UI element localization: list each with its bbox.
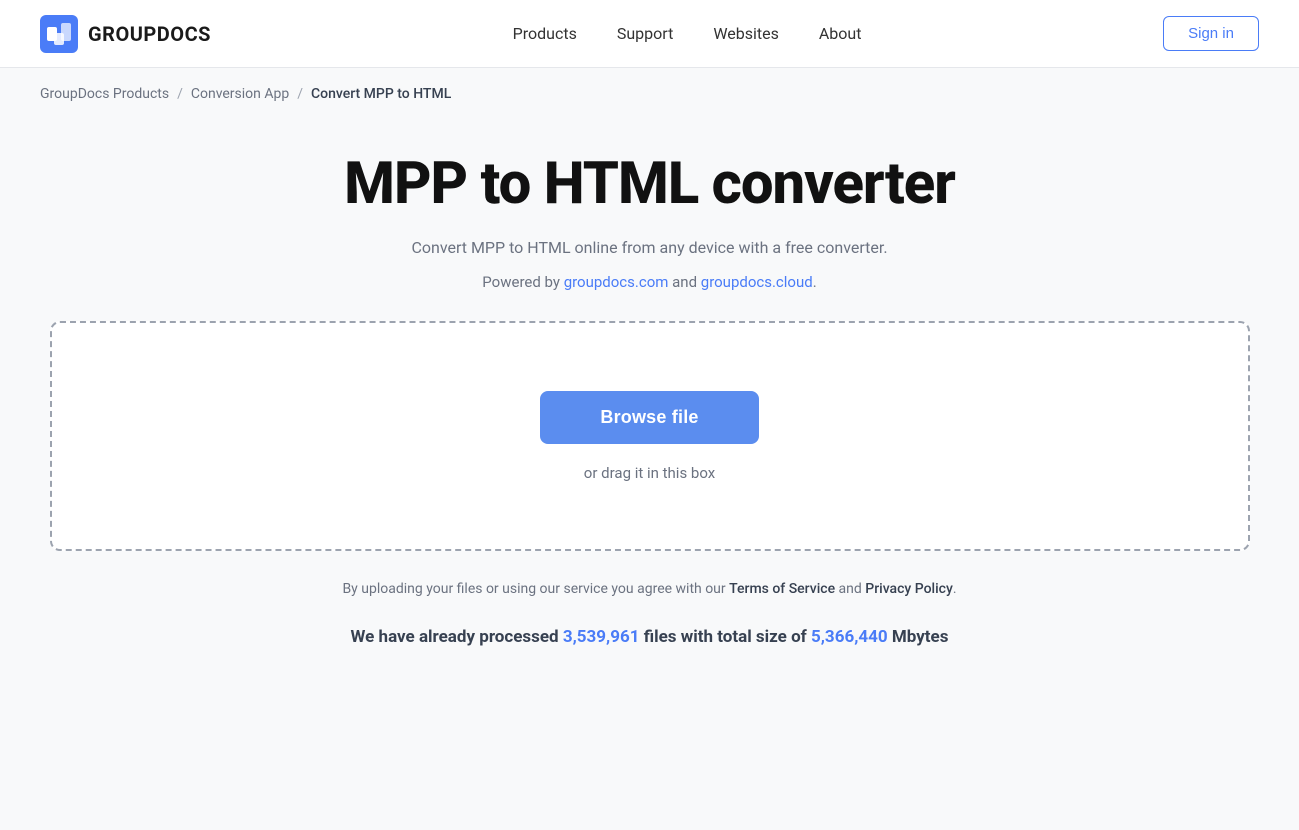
nav-about[interactable]: About — [819, 24, 862, 43]
logo-text: GROUPDOCS — [88, 22, 211, 46]
drop-zone[interactable]: Browse file or drag it in this box — [50, 321, 1250, 551]
breadcrumb-middle[interactable]: Conversion App — [191, 86, 289, 102]
nav-websites[interactable]: Websites — [713, 24, 779, 43]
breadcrumb-current: Convert MPP to HTML — [311, 86, 451, 102]
breadcrumb-root[interactable]: GroupDocs Products — [40, 86, 169, 102]
groupdocs-com-link[interactable]: groupdocs.com — [564, 273, 669, 291]
main-nav: Products Support Websites About — [513, 24, 862, 43]
stats-text: We have already processed 3,539,961 file… — [351, 627, 949, 647]
breadcrumb: GroupDocs Products / Conversion App / Co… — [0, 68, 1299, 120]
groupdocs-cloud-link[interactable]: groupdocs.cloud — [701, 273, 813, 291]
drag-text: or drag it in this box — [584, 464, 715, 482]
breadcrumb-sep-2: / — [297, 86, 303, 102]
main-content: MPP to HTML converter Convert MPP to HTM… — [0, 120, 1299, 687]
nav-support[interactable]: Support — [617, 24, 673, 43]
logo[interactable]: GROUPDOCS — [40, 15, 211, 53]
stats-count: 3,539,961 — [563, 627, 640, 647]
page-subtitle: Convert MPP to HTML online from any devi… — [411, 238, 887, 257]
privacy-policy-link[interactable]: Privacy Policy — [865, 581, 953, 597]
browse-file-button[interactable]: Browse file — [540, 391, 758, 444]
terms-text: By uploading your files or using our ser… — [342, 581, 956, 597]
logo-icon — [40, 15, 78, 53]
powered-by: Powered by groupdocs.com and groupdocs.c… — [482, 273, 816, 291]
breadcrumb-sep-1: / — [177, 86, 183, 102]
page-title: MPP to HTML converter — [344, 150, 955, 218]
stats-size: 5,366,440 — [811, 627, 888, 647]
sign-in-button[interactable]: Sign in — [1163, 16, 1259, 51]
nav-products[interactable]: Products — [513, 24, 577, 43]
terms-of-service-link[interactable]: Terms of Service — [729, 581, 835, 597]
